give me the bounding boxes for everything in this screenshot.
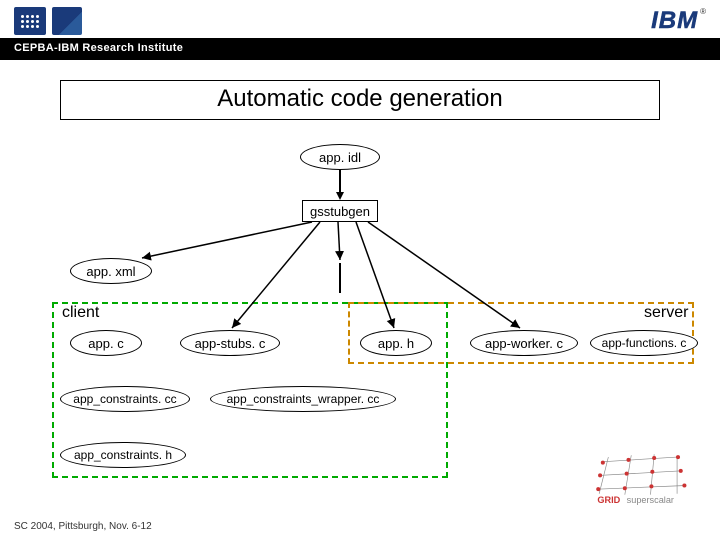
node-app-constraints-wrapper-cc: app_constraints_wrapper. cc [210, 386, 396, 412]
diagram-canvas: app. idl gsstubgen app. xml client serve… [0, 130, 720, 490]
grid-superscalar-logo: GRID superscalar [590, 450, 700, 510]
bsc-logo [52, 7, 82, 35]
svg-text:GRID: GRID [597, 495, 620, 505]
registered-mark: ® [700, 7, 706, 16]
slide-title: Automatic code generation [60, 80, 660, 120]
header-bar: IBM® CEPBA-IBM Research Institute [0, 0, 720, 60]
svg-text:superscalar: superscalar [627, 495, 674, 505]
node-app-c: app. c [70, 330, 142, 356]
node-app-constraints-h: app_constraints. h [60, 442, 186, 468]
node-app-constraints-cc: app_constraints. cc [60, 386, 190, 412]
node-app-stubs-c: app-stubs. c [180, 330, 280, 356]
node-app-functions-c: app-functions. c [590, 330, 698, 356]
node-app-worker-c: app-worker. c [470, 330, 578, 356]
institute-bar: CEPBA-IBM Research Institute [0, 38, 720, 60]
upc-logo [14, 7, 46, 35]
node-gsstubgen: gsstubgen [302, 200, 378, 222]
arrow-mid-down [339, 263, 341, 293]
arrowhead-1 [336, 192, 344, 200]
client-label: client [60, 304, 101, 322]
footer-text: SC 2004, Pittsburgh, Nov. 6-12 [14, 521, 152, 532]
node-app-h: app. h [360, 330, 432, 356]
server-label: server [642, 304, 690, 322]
node-app-xml: app. xml [70, 258, 152, 284]
node-app-idl: app. idl [300, 144, 380, 170]
arrow-idl-to-gsstubgen [339, 170, 341, 194]
ibm-logo: IBM [651, 7, 698, 34]
